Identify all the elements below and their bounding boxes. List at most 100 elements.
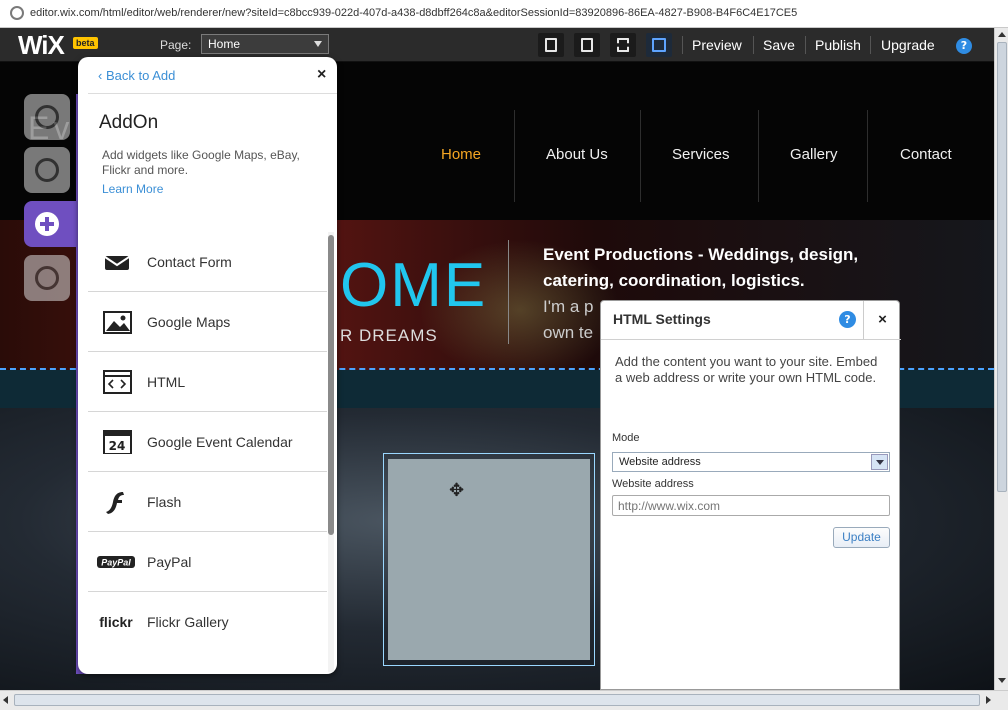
help-icon[interactable]: ? — [839, 311, 856, 328]
nav-divider — [758, 110, 759, 202]
pages-tool-button[interactable] — [24, 94, 70, 140]
addon-item-flash[interactable]: Flash — [88, 472, 327, 532]
scroll-up-icon[interactable] — [998, 32, 1006, 37]
plus-circle-icon — [35, 212, 59, 236]
help-icon[interactable]: ? — [956, 38, 972, 54]
scroll-left-icon[interactable] — [3, 696, 8, 704]
copy-button[interactable] — [538, 33, 564, 57]
save-button[interactable]: Save — [763, 37, 795, 53]
nav-home[interactable]: Home — [441, 146, 481, 163]
code-icon — [103, 370, 132, 394]
divider — [753, 36, 754, 54]
vertical-scrollbar[interactable] — [994, 28, 1008, 690]
addon-panel: ‹ Back to Add × AddOn Add widgets like G… — [78, 57, 337, 674]
beta-badge: beta — [73, 37, 98, 49]
addon-item-google-event-calendar[interactable]: 24 Google Event Calendar — [88, 412, 327, 472]
addon-item-label: Google Maps — [147, 314, 231, 330]
nav-divider — [640, 110, 641, 202]
flickr-icon: flickr — [99, 614, 133, 630]
globe-icon — [10, 6, 24, 20]
add-tool-button[interactable] — [24, 201, 80, 247]
mode-select[interactable]: Website address — [612, 452, 890, 472]
hero-body-text: I'm a p own te — [543, 297, 594, 342]
hero-headline: Event Productions - Weddings, design, ca… — [543, 245, 859, 290]
hero-divider — [508, 240, 509, 344]
address-url[interactable]: editor.wix.com/html/editor/web/renderer/… — [30, 7, 797, 19]
settings-tool-button[interactable] — [24, 255, 70, 301]
select-button[interactable] — [610, 33, 636, 57]
back-to-add-link[interactable]: ‹ Back to Add — [98, 68, 175, 83]
divider — [805, 36, 806, 54]
envelope-icon — [104, 256, 130, 270]
dialog-title: HTML Settings — [613, 311, 711, 327]
nav-divider — [514, 110, 515, 202]
addon-item-flickr-gallery[interactable]: flickr Flickr Gallery — [88, 592, 327, 652]
addon-item-contact-form[interactable]: Contact Form — [88, 232, 327, 292]
addon-item-label: Flickr Gallery — [147, 614, 229, 630]
update-button[interactable]: Update — [833, 527, 890, 548]
paypal-icon: PayPal — [97, 556, 135, 568]
nav-services[interactable]: Services — [672, 146, 730, 163]
horizontal-scrollbar[interactable] — [0, 690, 1008, 710]
grid-toggle-button[interactable] — [646, 33, 672, 57]
calendar-day: 24 — [109, 439, 126, 453]
addon-item-paypal[interactable]: PayPal PayPal — [88, 532, 327, 592]
dialog-description: Add the content you want to your site. E… — [615, 354, 878, 385]
design-tool-button[interactable] — [24, 147, 70, 193]
close-icon[interactable]: × — [863, 301, 901, 339]
mode-label: Mode — [612, 432, 640, 444]
addon-item-label: Google Event Calendar — [147, 434, 293, 450]
hero-subtitle: R DREAMS — [340, 326, 438, 345]
grid-icon — [652, 38, 666, 52]
html-element-box[interactable] — [388, 459, 590, 660]
nav-gallery[interactable]: Gallery — [790, 146, 838, 163]
addon-item-label: PayPal — [147, 554, 192, 570]
scroll-down-icon[interactable] — [998, 678, 1006, 683]
close-icon[interactable]: × — [317, 66, 326, 84]
gear-icon — [35, 266, 59, 290]
flickr-badge-text: flickr — [99, 614, 133, 630]
back-to-add-label: Back to Add — [105, 68, 176, 83]
pages-icon — [35, 105, 59, 129]
addon-item-label: Flash — [147, 494, 182, 510]
mode-select-value: Website address — [619, 456, 701, 468]
panel-scrollbar-thumb[interactable] — [328, 235, 334, 535]
panel-divider — [88, 93, 337, 94]
upgrade-button[interactable]: Upgrade — [881, 37, 935, 53]
chevron-down-icon — [314, 41, 322, 47]
vertical-scrollbar-thumb[interactable] — [997, 42, 1007, 492]
addon-item-label: HTML — [147, 374, 186, 390]
nav-contact[interactable]: Contact — [900, 146, 952, 163]
move-icon[interactable]: ✥ — [449, 480, 464, 501]
divider — [682, 36, 683, 54]
page-select[interactable]: Home — [201, 34, 329, 54]
calendar-icon: 24 — [103, 430, 132, 454]
panel-title: AddOn — [99, 112, 159, 133]
learn-more-link[interactable]: Learn More — [102, 182, 163, 196]
browser-address-bar[interactable]: editor.wix.com/html/editor/web/renderer/… — [0, 0, 1008, 28]
addon-item-html[interactable]: HTML — [88, 352, 327, 412]
addon-item-google-maps[interactable]: Google Maps — [88, 292, 327, 352]
brush-icon — [35, 158, 59, 182]
nav-about-us[interactable]: About Us — [546, 146, 608, 163]
scroll-right-icon[interactable] — [986, 696, 991, 704]
addon-item-label: Contact Form — [147, 254, 232, 270]
horizontal-scrollbar-thumb[interactable] — [14, 694, 980, 706]
preview-button[interactable]: Preview — [692, 37, 742, 53]
nav-divider — [867, 110, 868, 202]
wix-logo: WiX — [18, 30, 65, 60]
paypal-badge-text: PayPal — [101, 558, 131, 568]
image-icon — [103, 311, 132, 334]
copy-icon — [545, 38, 557, 52]
divider — [870, 36, 871, 54]
html-settings-dialog: HTML Settings ? × Add the content you wa… — [600, 300, 901, 690]
website-address-label: Website address — [612, 478, 694, 490]
chevron-down-icon[interactable] — [871, 454, 888, 470]
page-select-value: Home — [208, 37, 241, 51]
flash-icon — [106, 492, 124, 514]
publish-button[interactable]: Publish — [815, 37, 861, 53]
page-label: Page: — [160, 38, 192, 52]
selection-icon — [617, 38, 629, 52]
paste-button[interactable] — [574, 33, 600, 57]
website-address-input[interactable] — [612, 495, 890, 516]
